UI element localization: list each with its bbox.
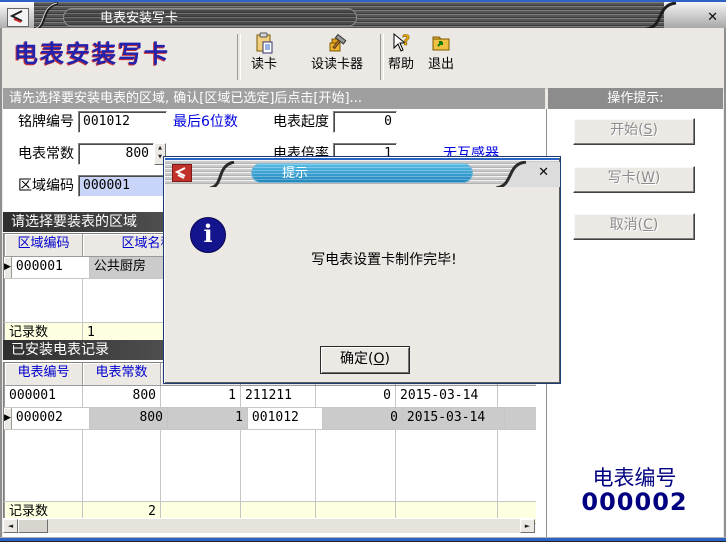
meter-grid: 电表编号 电表常数 000001 800 1 211211 0 2015-03-… bbox=[3, 362, 537, 525]
toolbar: 电表安装写卡 读卡 设读卡器 ? 帮助 退出 bbox=[2, 28, 724, 89]
area-code-input[interactable]: 000001 bbox=[78, 175, 167, 197]
start-reading-input[interactable]: 0 bbox=[333, 111, 397, 133]
window-close-button[interactable]: ✕ bbox=[707, 11, 718, 25]
window-title: 电表安装写卡 bbox=[63, 8, 357, 27]
help-label: 帮助 bbox=[384, 57, 418, 72]
constant-input[interactable]: 800 bbox=[78, 143, 154, 165]
date-cell[interactable]: 2015-03-14 bbox=[396, 386, 498, 407]
status-message: 请先选择要安装电表的区域, 确认[区域已选定]后点击[开始]... bbox=[3, 88, 545, 109]
window-border-left bbox=[0, 28, 2, 537]
dialog-titlebar[interactable]: 提示 ✕ bbox=[165, 158, 559, 184]
scrollbar-thumb[interactable] bbox=[18, 519, 48, 533]
row-marker-icon: ▶ bbox=[4, 257, 12, 278]
nameplate-cell[interactable]: 211211 bbox=[241, 386, 316, 407]
start-reading-label: 电表起度 bbox=[273, 111, 329, 133]
constant-label: 电表常数 bbox=[18, 143, 74, 165]
start-button[interactable]: 开始(S) bbox=[573, 118, 695, 145]
empty-cell bbox=[498, 386, 536, 407]
dialog-message: 写电表设置卡制作完毕! bbox=[234, 249, 534, 269]
help-button[interactable]: ? 帮助 bbox=[384, 32, 418, 72]
write-card-button[interactable]: 写卡(W) bbox=[573, 166, 695, 193]
scroll-left-icon[interactable]: ◄ bbox=[3, 519, 18, 533]
info-icon: i bbox=[190, 217, 226, 253]
help-icon: ? bbox=[390, 32, 412, 54]
scroll-right-icon[interactable]: ► bbox=[520, 519, 535, 533]
dialog-close-button[interactable]: ✕ bbox=[538, 166, 549, 180]
toolbar-separator bbox=[237, 34, 241, 80]
nameplate-label: 铭牌编号 bbox=[18, 111, 74, 133]
page-title: 电表安装写卡 bbox=[14, 34, 170, 69]
set-reader-button[interactable]: 设读卡器 bbox=[298, 32, 376, 72]
set-reader-label: 设读卡器 bbox=[298, 57, 376, 72]
area-code-cell[interactable]: 000001 bbox=[12, 257, 90, 278]
exit-label: 退出 bbox=[423, 57, 459, 72]
read-card-button[interactable]: 读卡 bbox=[242, 32, 286, 72]
meter-grid-row-selected[interactable]: ▶ 000002 800 1 001012 0 2015-03-14 bbox=[4, 408, 536, 430]
meter-number-cell[interactable]: 000002 bbox=[12, 408, 90, 429]
read-card-label: 读卡 bbox=[242, 57, 286, 72]
dialog-title: 提示 bbox=[251, 163, 473, 183]
read-card-icon bbox=[253, 32, 275, 54]
svg-text:?: ? bbox=[402, 33, 410, 49]
app-logo-icon bbox=[7, 8, 29, 27]
area-code-column-header[interactable]: 区域编码 bbox=[5, 234, 83, 256]
ratio-cell[interactable]: 1 bbox=[168, 408, 248, 429]
horizontal-scrollbar[interactable]: ◄ ► bbox=[3, 518, 535, 533]
ratio-cell[interactable]: 1 bbox=[161, 386, 241, 407]
meter-constant-column-header[interactable]: 电表常数 bbox=[83, 363, 161, 385]
meter-number-display-value: 000002 bbox=[546, 488, 723, 516]
dialog-logo-icon bbox=[172, 164, 192, 182]
exit-icon bbox=[430, 32, 452, 54]
message-dialog: 提示 ✕ i 写电表设置卡制作完毕! 确定(O) bbox=[163, 156, 561, 384]
operation-hint-header: 操作提示: bbox=[548, 88, 723, 109]
meter-grid-row[interactable]: 000001 800 1 211211 0 2015-03-14 bbox=[4, 386, 536, 408]
nameplate-input[interactable]: 001012 bbox=[78, 111, 167, 133]
meter-constant-cell[interactable]: 800 bbox=[90, 408, 168, 429]
reading-cell[interactable]: 0 bbox=[316, 386, 396, 407]
scrollbar-track[interactable] bbox=[48, 519, 520, 533]
row-marker-icon: ▶ bbox=[4, 408, 12, 429]
area-code-label: 区域编码 bbox=[18, 175, 74, 197]
cancel-button[interactable]: 取消(C) bbox=[573, 213, 695, 240]
reading-cell[interactable]: 0 bbox=[323, 408, 403, 429]
date-cell[interactable]: 2015-03-14 bbox=[403, 408, 505, 429]
nameplate-cell[interactable]: 001012 bbox=[248, 408, 323, 429]
nameplate-hint: 最后6位数 bbox=[173, 111, 238, 133]
window-border-bottom bbox=[0, 537, 726, 542]
ok-button[interactable]: 确定(O) bbox=[320, 346, 410, 374]
spin-up-icon[interactable]: ▲ bbox=[155, 144, 165, 153]
exit-button[interactable]: 退出 bbox=[423, 32, 459, 72]
meter-number-cell[interactable]: 000001 bbox=[5, 386, 83, 407]
set-reader-icon bbox=[326, 32, 348, 54]
window-titlebar[interactable]: 电表安装写卡 ✕ bbox=[0, 0, 726, 28]
empty-cell bbox=[505, 408, 536, 429]
meter-grid-empty-area bbox=[4, 430, 536, 502]
meter-number-column-header[interactable]: 电表编号 bbox=[5, 363, 83, 385]
meter-constant-cell[interactable]: 800 bbox=[83, 386, 161, 407]
